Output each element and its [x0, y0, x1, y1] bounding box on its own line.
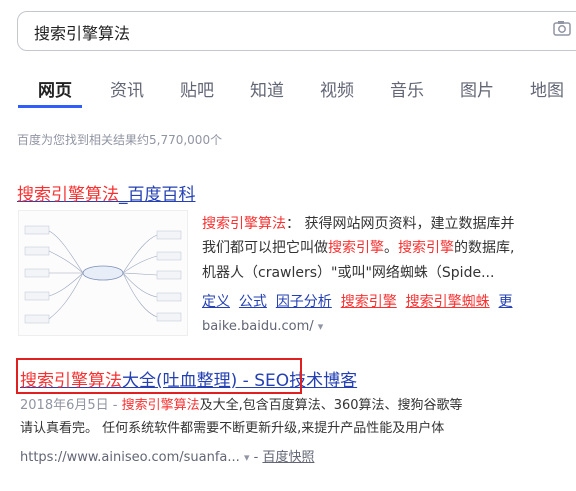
related-link[interactable]: 定义	[202, 294, 230, 310]
url-text[interactable]: https://www.ainiseo.com/suanfa...	[20, 450, 240, 465]
snippet-line-2: 请认真看完。 任何系统软件都需要不断更新升级,来提升产品性能及用户体	[20, 421, 445, 436]
result-date: 2018年6月5日 -	[20, 398, 122, 413]
chevron-down-icon[interactable]: ▾	[244, 451, 250, 464]
related-link[interactable]: 搜索引擎蜘蛛	[406, 294, 490, 310]
url-text[interactable]: baike.baidu.com/	[202, 319, 314, 334]
tab-news[interactable]: 资讯	[110, 76, 144, 101]
tab-music[interactable]: 音乐	[390, 76, 424, 101]
snippet-line-1: 搜索引擎算法： 获得网站网页资料，建立数据库并	[202, 213, 514, 235]
snippet-highlight: 搜索引擎	[398, 240, 454, 256]
tab-web[interactable]: 网页	[38, 76, 72, 101]
tab-map[interactable]: 地图	[530, 76, 564, 101]
snippet-line-3: 机器人（crawlers）"或叫"网络蜘蛛（Spide...	[202, 265, 495, 281]
result-title[interactable]: 搜索引擎算法_百度百科	[17, 180, 196, 205]
source-url[interactable]: baike.baidu.com/ ▾	[202, 319, 323, 334]
active-tab-indicator	[18, 105, 82, 108]
source-url[interactable]: https://www.ainiseo.com/suanfa... ▾ - 百度…	[20, 446, 314, 465]
snippet-text: 我们都可以把它叫做	[202, 240, 328, 256]
mindmap-thumbnail[interactable]	[18, 210, 188, 336]
snippet-highlight: 搜索引擎算法	[121, 398, 200, 413]
snippet-highlight: 搜索引擎	[328, 240, 384, 256]
cache-link[interactable]: 百度快照	[262, 450, 314, 465]
title-rest: _百度百科	[119, 185, 196, 205]
related-link[interactable]: 更	[499, 294, 513, 310]
related-links: 定义 公式 因子分析 搜索引擎 搜索引擎蜘蛛 更	[202, 291, 513, 313]
search-box[interactable]	[17, 11, 576, 51]
related-link[interactable]: 因子分析	[276, 294, 332, 310]
search-input[interactable]	[34, 21, 534, 43]
snippet-line-2: 我们都可以把它叫做搜索引擎。搜索引擎的数据库,	[202, 237, 514, 259]
related-link[interactable]: 公式	[239, 294, 267, 310]
snippet-text: ： 获得网站网页资料，建立数据库并	[286, 216, 515, 232]
chevron-down-icon[interactable]: ▾	[318, 320, 324, 333]
related-link[interactable]: 搜索引擎	[341, 294, 397, 310]
separator: -	[253, 450, 259, 465]
snippet-highlight: 搜索引擎算法	[202, 216, 286, 232]
camera-icon[interactable]	[553, 20, 571, 36]
tab-zhidao[interactable]: 知道	[250, 76, 284, 101]
tab-images[interactable]: 图片	[460, 76, 494, 101]
tab-tieba[interactable]: 贴吧	[180, 76, 214, 101]
tab-video[interactable]: 视频	[320, 76, 354, 101]
snippet-text: 。	[384, 240, 398, 256]
snippet-text: 及大全,包含百度算法、360算法、搜狗谷歌等	[199, 398, 463, 413]
result-count: 百度为您找到相关结果约5,770,000个	[17, 133, 223, 147]
snippet-line-1: 2018年6月5日 - 搜索引擎算法及大全,包含百度算法、360算法、搜狗谷歌等	[20, 395, 463, 417]
annotation-highlight-box	[16, 358, 302, 394]
snippet-text: 的数据库,	[454, 240, 515, 256]
title-highlight: 搜索引擎算法	[17, 185, 119, 205]
